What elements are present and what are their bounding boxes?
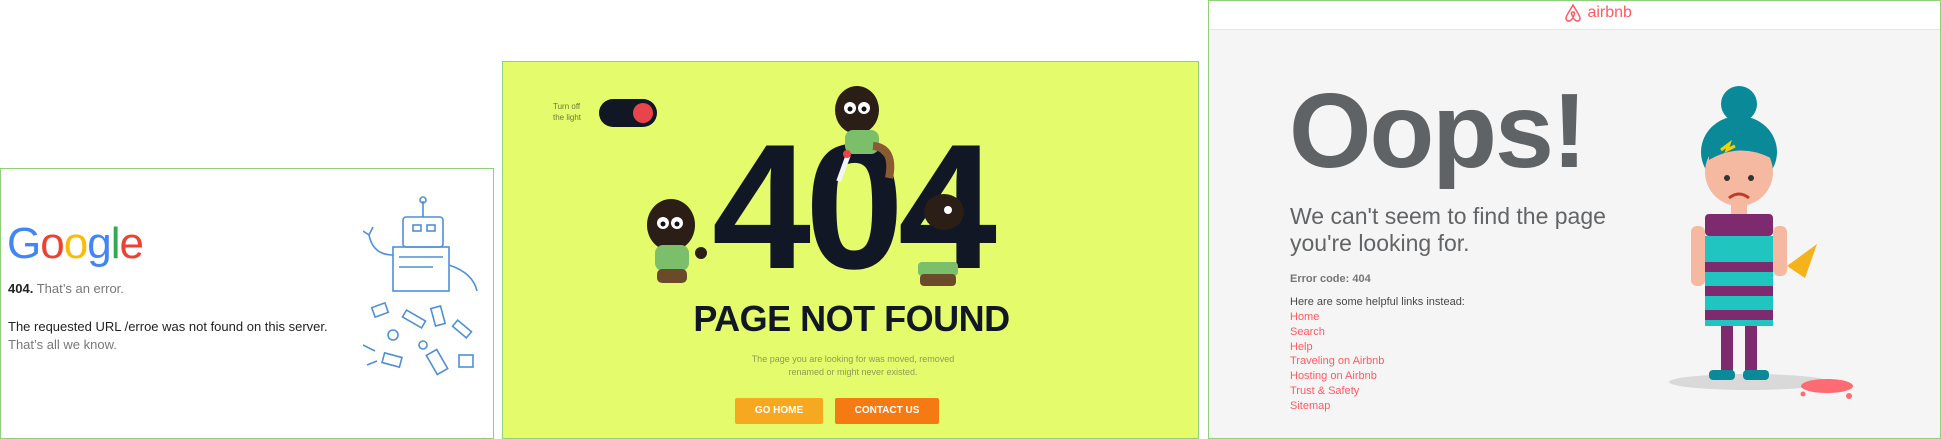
subtitle-line: renamed or might never existed. <box>788 367 918 377</box>
logo-letter: g <box>87 219 112 268</box>
brand-name: airbnb <box>1587 4 1632 22</box>
logo-letter: o <box>63 219 89 268</box>
helpful-links: Home Search Help Traveling on Airbnb Hos… <box>1290 310 1384 414</box>
oops-heading: Oops! <box>1289 72 1587 190</box>
error-known: That’s all we know. <box>8 337 117 352</box>
link-trust-safety[interactable]: Trust & Safety <box>1290 384 1384 399</box>
character-top-illustration <box>835 86 895 183</box>
logo-letter: e <box>119 219 144 268</box>
page-subtitle: The page you are looking for was moved, … <box>733 353 973 379</box>
broken-robot-illustration <box>363 196 478 376</box>
character-right-illustration <box>918 194 964 286</box>
page-title: PAGE NOT FOUND <box>693 298 1010 339</box>
page-not-found-panel: Turn off the light 404 PAGE NOT FOUND Th… <box>502 61 1199 439</box>
logo-letter: o <box>40 219 65 268</box>
contact-us-button[interactable]: CONTACT US <box>835 398 939 424</box>
oops-subtitle: We can't seem to find the page you're lo… <box>1290 203 1606 256</box>
google-error-panel: Google 404. That’s an error. The request… <box>0 168 494 439</box>
link-help[interactable]: Help <box>1290 340 1384 355</box>
airbnb-error-panel: airbnb Oops! We can't seem to find the p… <box>1208 0 1941 439</box>
error-headline: 404. That’s an error. <box>8 281 124 296</box>
link-home[interactable]: Home <box>1290 310 1384 325</box>
link-traveling[interactable]: Traveling on Airbnb <box>1290 354 1384 369</box>
character-left-illustration <box>647 199 707 283</box>
sad-girl-illustration <box>1669 86 1853 399</box>
subtitle-line: The page you are looking for was moved, … <box>751 354 955 364</box>
logo-letter: l <box>110 219 121 268</box>
link-search[interactable]: Search <box>1290 325 1384 340</box>
toggle-label-line: Turn off <box>553 102 581 111</box>
google-logo[interactable]: Google <box>7 219 144 269</box>
airbnb-belo-icon <box>1565 3 1581 22</box>
logo-letter: G <box>7 219 41 268</box>
airbnb-logo[interactable]: airbnb <box>1563 3 1632 23</box>
link-hosting[interactable]: Hosting on Airbnb <box>1290 369 1384 384</box>
top-bar: airbnb <box>1209 1 1940 30</box>
go-home-button[interactable]: GO HOME <box>735 398 823 424</box>
error-code: 404. <box>8 281 34 296</box>
helpful-links-label: Here are some helpful links instead: <box>1290 296 1465 308</box>
link-sitemap[interactable]: Sitemap <box>1290 399 1384 414</box>
error-short: That’s an error. <box>36 281 124 296</box>
error-code: Error code: 404 <box>1290 273 1371 285</box>
error-message: The requested URL /erroe was not found o… <box>8 319 328 334</box>
